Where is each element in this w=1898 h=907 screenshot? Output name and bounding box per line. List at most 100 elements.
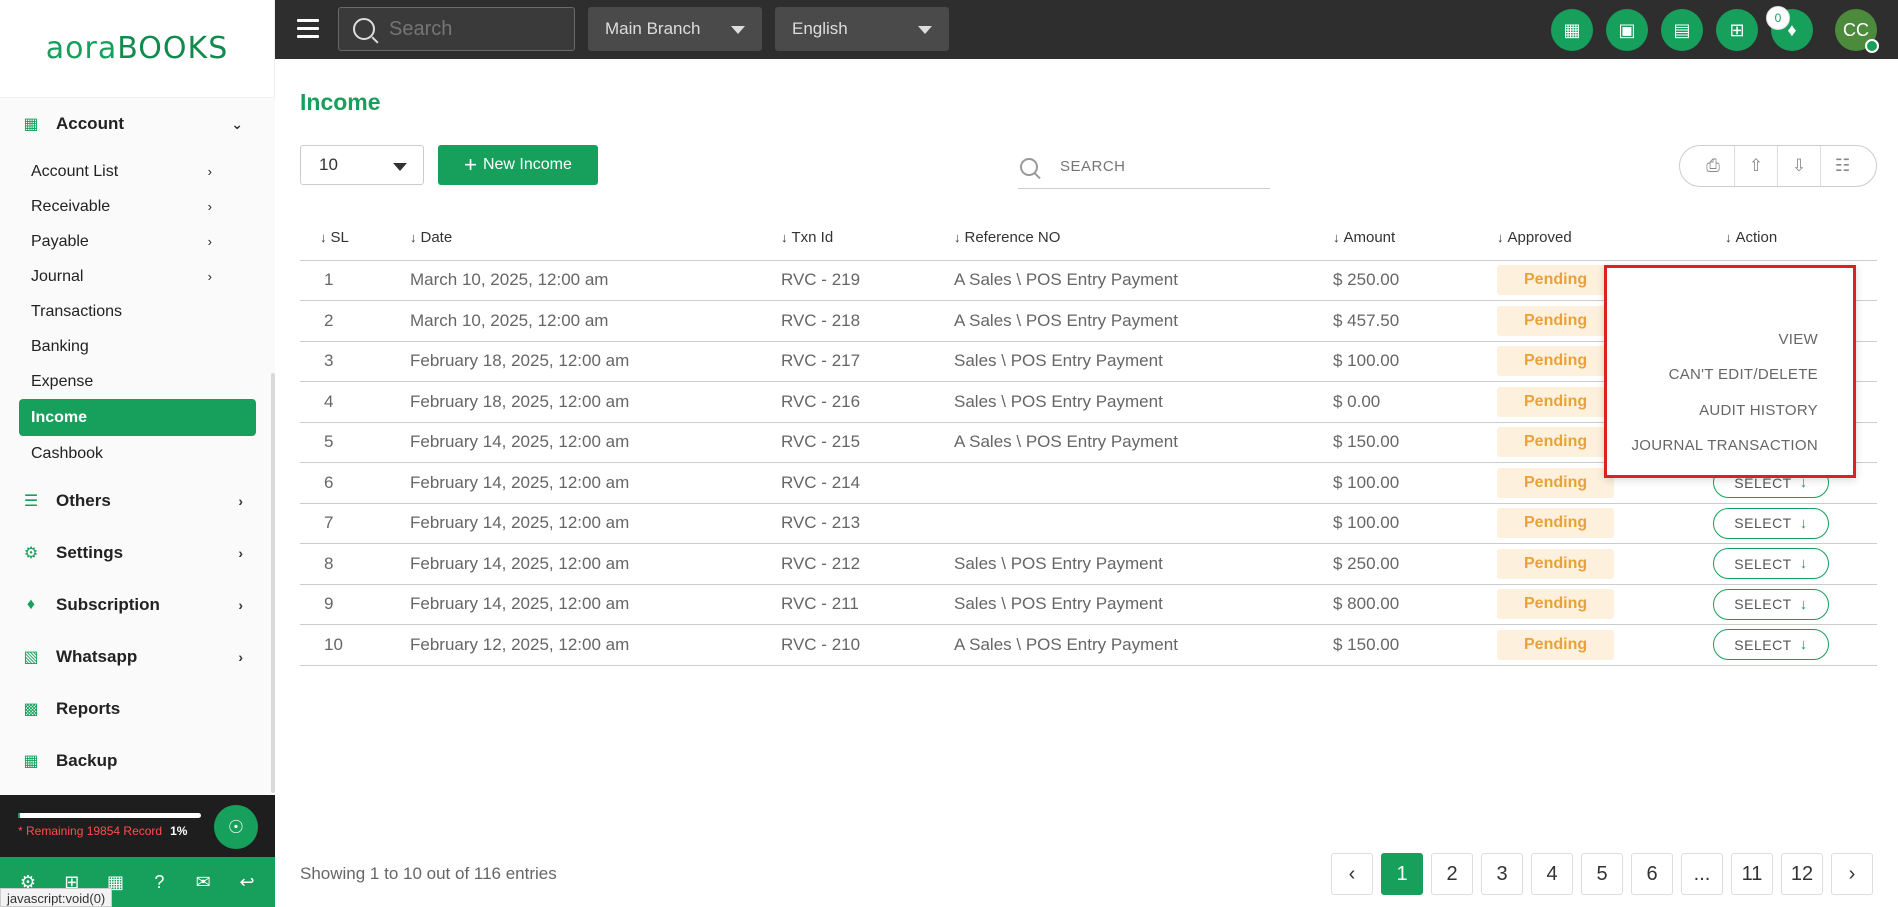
page-button[interactable]: 5 xyxy=(1581,853,1623,895)
sidebar-item-expense[interactable]: Expense xyxy=(0,364,256,399)
sidebar-item-transactions[interactable]: Transactions xyxy=(0,294,256,329)
column-header-txn-id[interactable]: ↓ Txn Id xyxy=(781,216,954,261)
select-label: SELECT xyxy=(1734,636,1792,653)
page-button[interactable]: ... xyxy=(1681,853,1723,895)
table-row[interactable]: 10 February 12, 2025, 12:00 am RVC - 210 A … xyxy=(300,624,1877,666)
prev-page-icon[interactable]: ‹ xyxy=(1331,853,1373,895)
global-search[interactable] xyxy=(338,7,575,51)
column-header-sl[interactable]: ↓ SL xyxy=(300,216,410,261)
page-button[interactable]: 2 xyxy=(1431,853,1473,895)
sidebar-item-payable[interactable]: Payable › xyxy=(0,224,256,259)
menu-item-view[interactable]: VIEW xyxy=(1778,331,1818,348)
table-row[interactable]: 8 February 14, 2025, 12:00 am RVC - 212 Sal… xyxy=(300,543,1877,585)
new-income-button[interactable]: + New Income xyxy=(438,145,598,185)
table-search[interactable] xyxy=(1018,145,1270,189)
logo[interactable]: aoraBOOKS xyxy=(0,0,274,98)
sidebar-section-backup[interactable]: ▦ Backup xyxy=(0,735,275,787)
global-search-input[interactable] xyxy=(389,17,539,41)
add-square-icon[interactable]: ⊞ xyxy=(1716,9,1758,51)
sidebar-item-cashbook[interactable]: Cashbook xyxy=(0,436,256,471)
column-header-amount[interactable]: ↓ Amount xyxy=(1333,216,1497,261)
column-header-label: Txn Id xyxy=(791,229,834,247)
status-bar-link: javascript:void(0) xyxy=(0,888,113,907)
cell-reference: Sales \ POS Entry Payment xyxy=(954,391,1163,411)
branch-select[interactable]: Main Branch xyxy=(588,7,762,51)
menu-item-cant-edit-delete[interactable]: CAN'T EDIT/DELETE xyxy=(1669,366,1818,383)
column-header-date[interactable]: ↓ Date xyxy=(410,216,781,261)
table-row[interactable]: 7 February 14, 2025, 12:00 am RVC - 213 $ 1… xyxy=(300,503,1877,544)
sidebar-section-reports[interactable]: ▩ Reports xyxy=(0,683,275,735)
page-button[interactable]: 4 xyxy=(1531,853,1573,895)
page-button[interactable]: 1 xyxy=(1381,853,1423,895)
sidebar-section-whatsapp[interactable]: ▧ Whatsapp › xyxy=(0,631,275,683)
status-badge: Pending xyxy=(1497,386,1614,417)
topbar: Main Branch English xyxy=(275,0,1898,59)
status-badge: Pending xyxy=(1497,508,1614,539)
sidebar-menu: ▦ Account ⌄ Account List › Receivable › Pa… xyxy=(0,98,275,795)
columns-icon[interactable]: ☷ xyxy=(1821,146,1864,186)
book-icon[interactable]: ▤ xyxy=(1661,9,1703,51)
select-action-button[interactable]: SELECT ↓ xyxy=(1713,629,1829,661)
plus-icon: + xyxy=(464,152,477,177)
cell-txn-id: RVC - 214 xyxy=(781,472,861,492)
cell-txn-id: RVC - 211 xyxy=(781,594,859,614)
select-action-button[interactable]: SELECT ↓ xyxy=(1713,588,1829,620)
action-dropdown-menu: VIEW CAN'T EDIT/DELETE AUDIT HISTORY JOU… xyxy=(1604,265,1856,478)
remaining-records-text: * Remaining 19854 Record xyxy=(18,824,163,838)
cell-date: February 12, 2025, 12:00 am xyxy=(410,634,630,654)
sidebar-item-receivable[interactable]: Receivable › xyxy=(0,189,256,224)
language-select-value: English xyxy=(792,19,848,38)
page-button[interactable]: 6 xyxy=(1631,853,1673,895)
menu-toggle-icon[interactable] xyxy=(297,19,319,39)
status-badge: Pending xyxy=(1497,629,1614,660)
help-icon[interactable]: ? xyxy=(144,872,174,893)
calculator-icon[interactable]: ▦ xyxy=(1551,9,1593,51)
chat-icon[interactable]: ✉ xyxy=(188,872,218,893)
chevron-right-icon: › xyxy=(238,493,243,509)
page-button[interactable]: 12 xyxy=(1781,853,1823,895)
sidebar-section-settings[interactable]: ⚙ Settings › xyxy=(0,527,275,579)
sidebar-section-others[interactable]: ☰ Others › xyxy=(0,475,275,527)
sidebar-item-account-list[interactable]: Account List › xyxy=(0,154,256,189)
upload-icon[interactable]: ⇧ xyxy=(1735,146,1778,186)
sidebar-item-income[interactable]: Income xyxy=(19,399,256,436)
sidebar-item-label: Receivable xyxy=(31,197,111,215)
next-page-icon[interactable]: › xyxy=(1831,853,1873,895)
cell-amount: $ 150.00 xyxy=(1333,634,1400,654)
select-action-button[interactable]: SELECT ↓ xyxy=(1713,548,1829,580)
sidebar-item-journal[interactable]: Journal › xyxy=(0,259,256,294)
sort-arrow-icon: ↓ xyxy=(1725,230,1732,246)
caret-down-icon xyxy=(731,26,745,34)
scan-icon[interactable]: ▣ xyxy=(1606,9,1648,51)
avatar[interactable]: CC xyxy=(1835,9,1879,53)
list-icon: ☰ xyxy=(23,493,39,510)
remaining-records: * Remaining 19854 Record 1% xyxy=(18,824,187,838)
logout-icon[interactable]: ↩ xyxy=(232,872,262,893)
support-icon[interactable]: ☉ xyxy=(214,805,258,849)
table-row[interactable]: 9 February 14, 2025, 12:00 am RVC - 211 Sal… xyxy=(300,584,1877,625)
select-action-button[interactable]: SELECT ↓ xyxy=(1713,507,1829,539)
download-icon[interactable]: ⇩ xyxy=(1778,146,1821,186)
sidebar-item-banking[interactable]: Banking xyxy=(0,329,256,364)
cell-date: February 14, 2025, 12:00 am xyxy=(410,553,630,573)
account-submenu: Account List › Receivable › Payable › Journ… xyxy=(0,150,275,475)
sidebar-section-account[interactable]: ▦ Account ⌄ xyxy=(0,98,275,150)
chevron-right-icon: › xyxy=(238,545,243,561)
sidebar-scrollbar[interactable] xyxy=(271,373,275,793)
table-search-input[interactable] xyxy=(1060,158,1240,175)
per-page-select[interactable]: 10 xyxy=(300,145,424,185)
language-select[interactable]: English xyxy=(775,7,949,51)
column-header-action[interactable]: ↓ Action xyxy=(1709,216,1877,261)
column-header-reference[interactable]: ↓ Reference NO xyxy=(954,216,1333,261)
print-icon[interactable]: ⎙ xyxy=(1692,146,1735,186)
column-header-approved[interactable]: ↓ Approved xyxy=(1497,216,1709,261)
menu-item-journal-transaction[interactable]: JOURNAL TRANSACTION xyxy=(1631,437,1818,454)
page-button[interactable]: 3 xyxy=(1481,853,1523,895)
page-button[interactable]: 11 xyxy=(1731,853,1773,895)
column-header-label: SL xyxy=(330,229,349,247)
logo-part-a: aora xyxy=(45,31,118,66)
sidebar-section-subscription[interactable]: ♦ Subscription › xyxy=(0,579,275,631)
new-income-label: New Income xyxy=(482,156,572,173)
caret-down-icon xyxy=(393,163,407,171)
menu-item-audit-history[interactable]: AUDIT HISTORY xyxy=(1699,402,1818,419)
